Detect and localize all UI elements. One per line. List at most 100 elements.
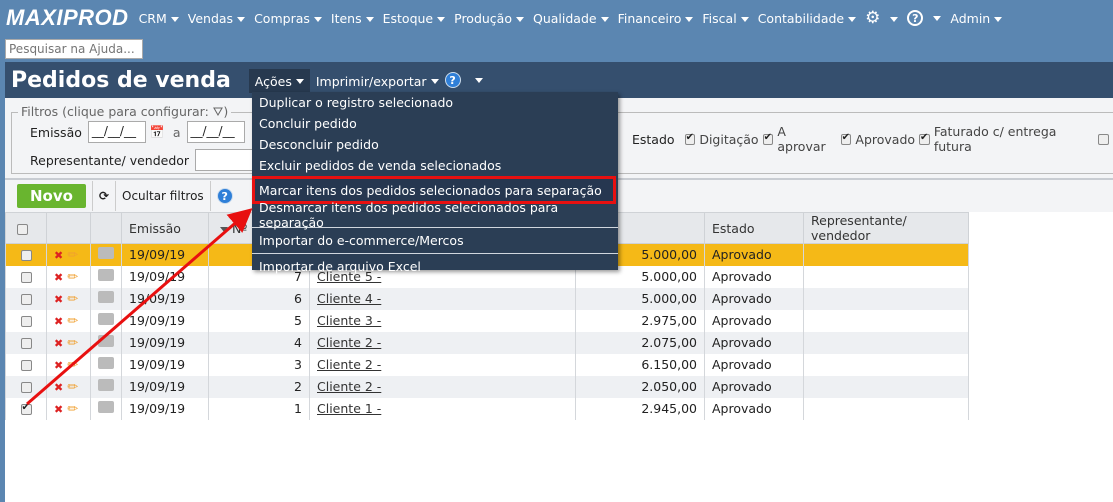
cliente-link[interactable]: Cliente 2 -: [317, 357, 381, 372]
row-checkbox[interactable]: [20, 360, 32, 371]
table-row[interactable]: ✖ ✏ 19/09/19 3 Cliente 2 - 6.150,00 Apro…: [5, 353, 969, 376]
nav-item[interactable]: Vendas: [188, 11, 246, 26]
nav-item[interactable]: Itens: [331, 11, 374, 26]
row-checkbox[interactable]: [20, 338, 32, 349]
edit-pencil-icon[interactable]: ✏: [67, 314, 78, 329]
row-checkbox[interactable]: [20, 402, 32, 415]
estado-checkbox[interactable]: [840, 132, 852, 145]
settings-menu[interactable]: ⚙: [865, 8, 899, 28]
table-row[interactable]: ✖ ✏ 19/09/19 4 Cliente 2 - 2.075,00 Apro…: [5, 331, 969, 354]
edit-pencil-icon[interactable]: ✏: [67, 336, 78, 351]
menu-item[interactable]: Desmarcar itens dos pedidos selecionados…: [252, 200, 618, 230]
table-row[interactable]: ✖ ✏ 19/09/19 5 Cliente 3 - 2.975,00 Apro…: [5, 309, 969, 332]
logo[interactable]: MAXIPROD: [6, 5, 129, 31]
date-from-input[interactable]: __/__/__: [87, 121, 146, 143]
calendar-icon[interactable]: 📅: [150, 125, 165, 139]
ocultar-filtros-button[interactable]: Ocultar filtros: [122, 189, 204, 203]
col-estado[interactable]: Estado: [704, 212, 804, 244]
col-emissao[interactable]: Emissão: [121, 212, 209, 244]
row-checkbox[interactable]: [20, 382, 32, 393]
estado-checkbox[interactable]: [762, 132, 774, 145]
menu-item[interactable]: Importar do e-commerce/Mercos: [252, 230, 618, 251]
help-menu[interactable]: ?: [907, 10, 942, 27]
print-icon[interactable]: [98, 247, 114, 260]
delete-icon[interactable]: ✖: [54, 337, 63, 350]
nav-item[interactable]: Produção: [454, 11, 524, 26]
numero-cell: 1: [208, 397, 310, 420]
numero-cell: 3: [208, 353, 310, 376]
row-checkbox[interactable]: [20, 272, 32, 283]
main-nav: CRM Vendas Compras Itens Estoque Produção Qual…: [139, 8, 1012, 28]
estado-checkbox[interactable]: [684, 132, 696, 145]
table-row[interactable]: ✖ ✏ 19/09/19 2 Cliente 2 - 2.050,00 Apro…: [5, 375, 969, 398]
delete-icon[interactable]: ✖: [54, 403, 63, 416]
menu-item[interactable]: Excluir pedidos de venda selecionados: [252, 155, 618, 176]
nav-item[interactable]: Estoque: [383, 11, 446, 26]
col-representante[interactable]: Representante/ vendedor: [803, 212, 969, 244]
print-icon[interactable]: [98, 335, 114, 347]
novo-button[interactable]: Novo: [17, 184, 86, 208]
col-numero-label: Nº: [231, 220, 248, 236]
delete-icon[interactable]: ✖: [54, 271, 63, 284]
delete-icon[interactable]: ✖: [54, 293, 63, 306]
table-row[interactable]: ✖ ✏ 19/09/19 6 Cliente 4 - 5.000,00 Apro…: [5, 287, 969, 310]
help-icon[interactable]: ?: [216, 188, 233, 204]
estado-cell: Aprovado: [704, 353, 804, 376]
delete-icon[interactable]: ✖: [54, 381, 63, 394]
nav-item[interactable]: Qualidade: [533, 11, 609, 26]
representante-cell: [803, 331, 969, 354]
date-separator: a: [172, 124, 181, 140]
filters-legend[interactable]: Filtros (clique para configurar: ⛛): [18, 104, 231, 120]
cliente-link[interactable]: Cliente 4 -: [317, 291, 381, 306]
nav-item[interactable]: CRM: [139, 11, 179, 26]
estado-checkbox[interactable]: [919, 132, 930, 145]
print-icon[interactable]: [98, 357, 114, 369]
delete-icon[interactable]: ✖: [54, 359, 63, 372]
cliente-link[interactable]: Cliente 1 -: [317, 401, 381, 416]
select-all-checkbox[interactable]: [17, 223, 28, 235]
cliente-link[interactable]: Cliente 2 -: [317, 335, 381, 350]
date-to-input[interactable]: __/__/__: [186, 121, 245, 143]
row-checkbox[interactable]: [20, 316, 32, 327]
total-cell: 2.075,00: [575, 331, 705, 354]
menu-item[interactable]: Concluir pedido: [252, 113, 618, 134]
chevron-down-icon[interactable]: [474, 77, 483, 83]
filter-icon[interactable]: ⛛: [213, 104, 224, 119]
refresh-icon[interactable]: ⟳: [99, 189, 109, 203]
print-icon[interactable]: [98, 401, 114, 413]
row-checkbox[interactable]: [20, 294, 32, 305]
edit-pencil-icon[interactable]: ✏: [67, 292, 78, 307]
edit-pencil-icon[interactable]: ✏: [67, 248, 78, 263]
edit-pencil-icon[interactable]: ✏: [67, 270, 78, 285]
delete-icon[interactable]: ✖: [54, 249, 63, 262]
print-export-menu-button[interactable]: Imprimir/exportar: [310, 69, 445, 93]
edit-pencil-icon[interactable]: ✏: [67, 402, 78, 417]
help-icon[interactable]: ?: [444, 72, 461, 88]
nav-item[interactable]: Financeiro: [618, 11, 694, 26]
nav-item[interactable]: Fiscal: [702, 11, 749, 26]
table-row[interactable]: ✖ ✏ 19/09/19 1 Cliente 1 - 2.945,00 Apro…: [5, 397, 969, 420]
emissao-cell: 19/09/19: [121, 331, 209, 354]
edit-pencil-icon[interactable]: ✏: [67, 380, 78, 395]
select-all-header[interactable]: [5, 212, 47, 244]
menu-item[interactable]: Desconcluir pedido: [252, 134, 618, 155]
edit-pencil-icon[interactable]: ✏: [67, 358, 78, 373]
chevron-down-icon: [237, 16, 246, 22]
nav-item[interactable]: Compras: [254, 11, 322, 26]
print-icon[interactable]: [98, 313, 114, 325]
emissao-cell: 19/09/19: [121, 375, 209, 398]
cliente-link[interactable]: Cliente 3 -: [317, 313, 381, 328]
print-icon[interactable]: [98, 291, 114, 303]
menu-item[interactable]: Duplicar o registro selecionado: [252, 92, 618, 113]
row-checkbox[interactable]: [20, 250, 32, 262]
menu-item[interactable]: Importar de arquivo Excel: [252, 256, 618, 277]
actions-menu-button[interactable]: Ações: [248, 69, 310, 93]
help-search-input[interactable]: [5, 39, 143, 59]
estado-checkbox[interactable]: [1098, 133, 1109, 145]
nav-item[interactable]: Contabilidade: [758, 11, 857, 26]
delete-icon[interactable]: ✖: [54, 315, 63, 328]
print-icon[interactable]: [98, 269, 114, 281]
print-icon[interactable]: [98, 379, 114, 391]
cliente-link[interactable]: Cliente 2 -: [317, 379, 381, 394]
user-menu[interactable]: Admin: [950, 11, 1003, 26]
